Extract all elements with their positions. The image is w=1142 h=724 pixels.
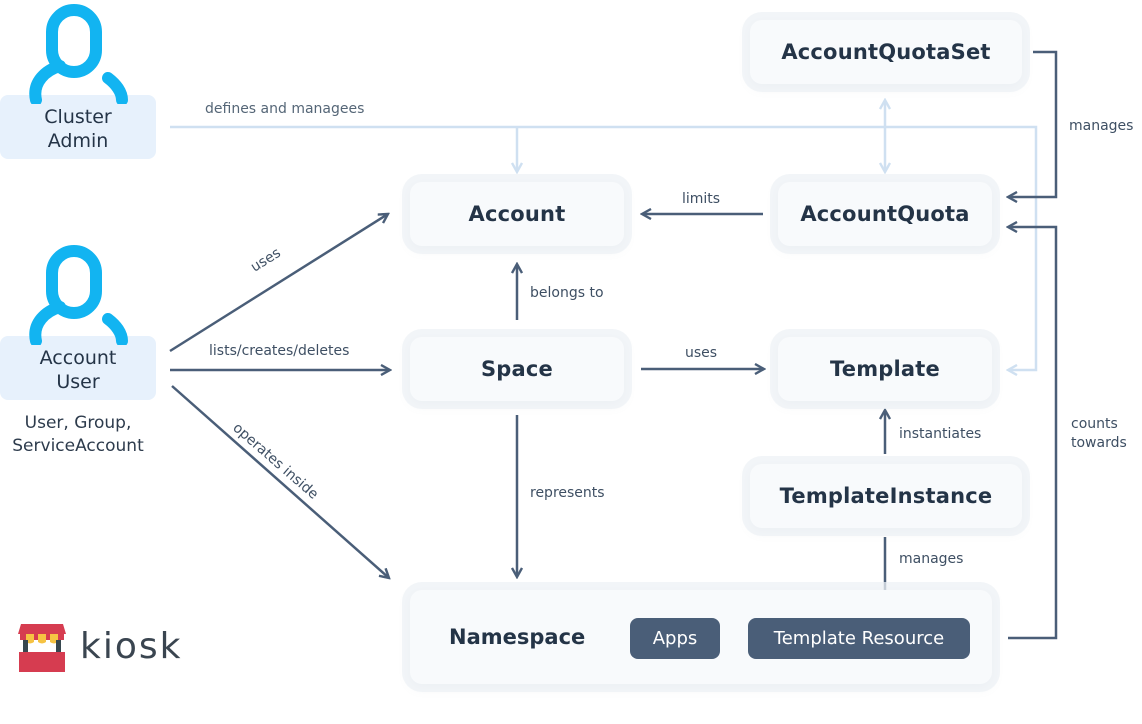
label-counts-towards-line1: counts (1071, 416, 1118, 432)
node-account-quota-set[interactable]: AccountQuotaSet (750, 20, 1022, 84)
cluster-admin-person-icon (29, 4, 128, 104)
label-limits: limits (682, 191, 721, 207)
label-manages-resource: manages (899, 551, 964, 567)
edge-operates-inside (171, 385, 389, 578)
account-user-label-line1: Account (39, 347, 117, 369)
label-lists-creates-deletes: lists/creates/deletes (209, 343, 350, 359)
label-defines-and-manages: defines and managees (205, 101, 365, 117)
template-resource-pill[interactable]: Template Resource (748, 618, 970, 659)
account-user-actor[interactable]: Account User (0, 336, 156, 400)
namespace-label: Namespace (449, 625, 586, 649)
apps-pill[interactable]: Apps (630, 618, 720, 659)
node-template-instance[interactable]: TemplateInstance (750, 464, 1022, 528)
label-manages-quota: manages (1069, 118, 1134, 134)
label-counts-towards-line2: towards (1071, 435, 1127, 451)
label-uses-template: uses (685, 345, 718, 361)
account-user-person-icon (29, 245, 128, 345)
account-user-subtitle: User, Group, ServiceAccount (0, 412, 156, 458)
kiosk-logo-text: kiosk (80, 626, 183, 667)
node-space[interactable]: Space (410, 337, 624, 401)
kiosk-logo-icon (18, 624, 66, 672)
node-template[interactable]: Template (778, 337, 992, 401)
cluster-admin-actor[interactable]: Cluster Admin (0, 95, 156, 159)
node-account-quota[interactable]: AccountQuota (778, 182, 992, 246)
label-represents: represents (530, 485, 605, 501)
edge-defines-and-manages (170, 125, 1038, 370)
label-instantiates: instantiates (899, 426, 982, 442)
cluster-admin-label-line2: Admin (47, 130, 109, 152)
account-user-subtitle-line1: User, Group, (24, 413, 132, 433)
label-counts-towards: counts towards (1071, 415, 1127, 453)
node-account[interactable]: Account (410, 182, 624, 246)
edge-counts-towards (1008, 227, 1058, 640)
account-user-subtitle-line2: ServiceAccount (12, 436, 144, 456)
edge-uses-account (169, 214, 388, 353)
account-user-label-line2: User (56, 371, 100, 393)
cluster-admin-label-line1: Cluster (44, 106, 112, 128)
label-belongs-to: belongs to (530, 285, 604, 301)
